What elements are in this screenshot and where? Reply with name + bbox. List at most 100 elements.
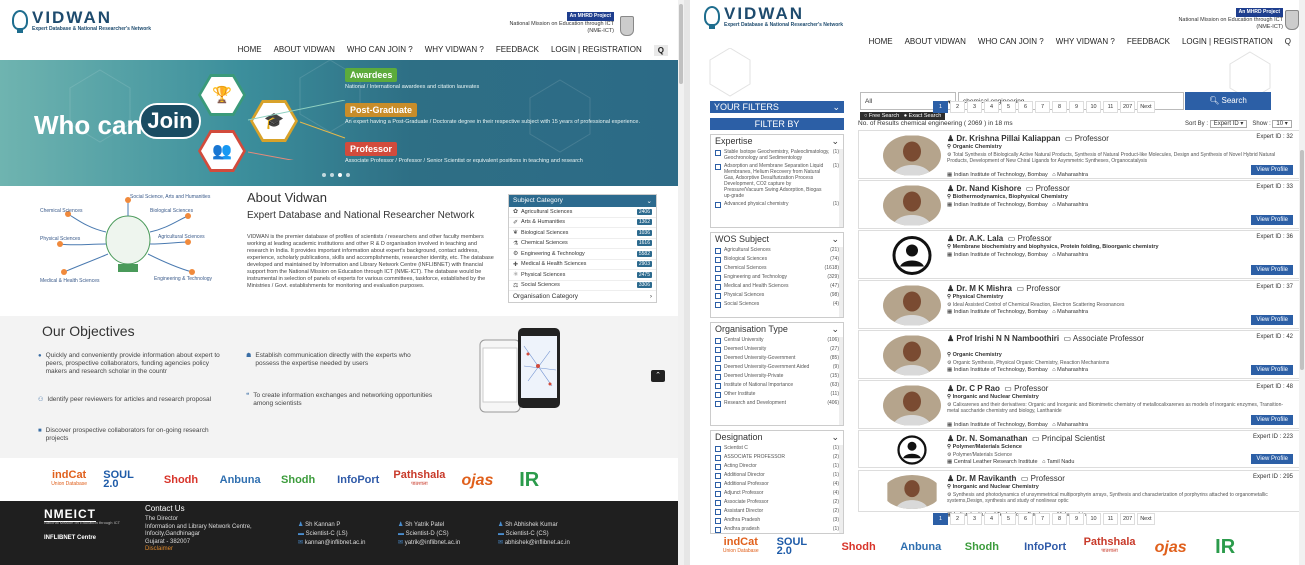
filter-option[interactable]: Assistant Director (2) <box>711 507 843 516</box>
vidwan-logo[interactable]: VIDWAN Expert Database & National Resear… <box>704 5 843 29</box>
nav-link-home[interactable]: HOME <box>869 37 893 46</box>
checkbox[interactable] <box>715 482 721 488</box>
person-email[interactable]: ✉ yatrik@inflibnet.ac.in <box>398 539 460 548</box>
filter-section-header[interactable]: WOS Subject ⌄ <box>711 233 843 246</box>
partner-logo-pathshala[interactable]: Pathshala पाठशाला <box>392 464 446 496</box>
pagination-page[interactable]: 5 <box>1001 513 1016 525</box>
filter-section-header[interactable]: Expertise ⌄ <box>711 135 843 148</box>
checkbox[interactable] <box>715 338 721 344</box>
filter-scrollbar[interactable] <box>839 337 843 425</box>
nav-link-who-can-join[interactable]: WHO CAN JOIN ? <box>978 37 1044 46</box>
checkbox[interactable] <box>715 455 721 461</box>
nav-link-who-can-join[interactable]: WHO CAN JOIN ? <box>347 45 413 56</box>
partner-logo-pathshala[interactable]: Pathshala पाठशाला <box>1081 531 1138 563</box>
pagination-page[interactable]: 7 <box>1035 101 1050 113</box>
your-filters-header[interactable]: YOUR FILTERS ⌄ <box>710 101 844 113</box>
partner-logo-indcat[interactable]: indCat Union Database <box>710 531 772 563</box>
subject-row[interactable]: ⚛ Physical Sciences 2475 <box>509 270 656 281</box>
partner-logo-shodh[interactable]: Shodh <box>154 464 208 496</box>
organisation-category-link[interactable]: Organisation Category › <box>509 291 656 302</box>
filter-option[interactable]: Agricultural Sciences (21) <box>711 246 843 255</box>
checkbox[interactable] <box>715 509 721 515</box>
filter-option[interactable]: Andhra Pradesh (3) <box>711 516 843 525</box>
profile-photo[interactable] <box>883 285 941 326</box>
person-email[interactable]: ✉ abhishek@inflibnet.ac.in <box>498 539 570 548</box>
partner-logo-ojas[interactable]: ojas <box>451 464 503 496</box>
partner-logo-infoport[interactable]: InfoPort <box>329 464 387 496</box>
partner-logo-anbuna[interactable]: Anbuna <box>213 464 267 496</box>
partner-logo-shodh[interactable]: Shodh <box>954 531 1009 563</box>
pagination-page[interactable]: 10 <box>1086 513 1101 525</box>
filter-option[interactable]: Social Sciences (4) <box>711 300 843 309</box>
filter-option[interactable]: Associate Professor (2) <box>711 498 843 507</box>
pagination-page[interactable]: 11 <box>1103 101 1118 113</box>
pagination-page[interactable]: 4 <box>984 101 999 113</box>
filter-option[interactable]: Institute of National Importance (63) <box>711 381 843 390</box>
partner-logo-ojas[interactable]: ojas <box>1143 531 1198 563</box>
subject-row[interactable]: ⚙ Engineering & Technology 5582 <box>509 249 656 260</box>
pagination-page[interactable]: 9 <box>1069 101 1084 113</box>
inflibnet-logo[interactable]: INFLIBNET Centre <box>44 535 96 541</box>
filter-option[interactable]: Medical and Health Sciences (47) <box>711 282 843 291</box>
filter-option[interactable]: Stable Isotope Geochemistry, Paleoclimat… <box>711 148 843 162</box>
filter-option[interactable]: Deemed University-Government Aided (9) <box>711 363 843 372</box>
partner-logo-infoport[interactable]: InfoPort <box>1014 531 1076 563</box>
result-name[interactable]: ♟ Prof Irishi N N Namboothiri ▭ Associat… <box>947 334 1197 343</box>
filter-option[interactable]: Central University (106) <box>711 336 843 345</box>
nav-link-about-vidwan[interactable]: ABOUT VIDWAN <box>274 45 335 56</box>
partner-logo-shodh[interactable]: Shodh <box>830 531 887 563</box>
person-email[interactable]: ✉ kannan@inflibnet.ac.in <box>298 539 366 548</box>
checkbox[interactable] <box>715 446 721 452</box>
view-profile-button[interactable]: View Profile <box>1251 265 1293 275</box>
right-scrollbar[interactable] <box>1299 0 1305 565</box>
profile-photo[interactable] <box>883 475 941 509</box>
filter-section-header[interactable]: Organisation Type ⌄ <box>711 323 843 336</box>
pagination-page[interactable]: 8 <box>1052 513 1067 525</box>
result-name[interactable]: ♟ Dr. N. Somanathan ▭ Principal Scientis… <box>947 434 1105 443</box>
result-name[interactable]: ♟ Dr. A.K. Lala ▭ Professor <box>947 234 1052 243</box>
subject-category-header[interactable]: Subject Category ⌄ <box>509 195 656 207</box>
filter-option[interactable]: Engineering and Technology (329) <box>711 273 843 282</box>
partner-logo-ir[interactable]: IR <box>1203 531 1247 563</box>
filter-option[interactable]: Research and Development (406) <box>711 399 843 408</box>
search-icon[interactable]: Q <box>653 45 668 56</box>
filter-option[interactable]: Scientist C (1) <box>711 444 843 453</box>
result-name[interactable]: ♟ Dr. M Ravikanth ▭ Professor <box>947 474 1065 483</box>
checkbox[interactable] <box>715 164 721 170</box>
profile-photo[interactable] <box>883 385 941 426</box>
checkbox[interactable] <box>715 293 721 299</box>
pagination-page[interactable]: 6 <box>1018 513 1033 525</box>
pagination-page[interactable]: 11 <box>1103 513 1118 525</box>
slider-dots[interactable] <box>322 173 350 177</box>
partner-logo-soul20[interactable]: SOUL 2.0 <box>777 531 825 563</box>
checkbox[interactable] <box>715 365 721 371</box>
subject-row[interactable]: ✐ Arts & Humanities 1362 <box>509 218 656 228</box>
checkbox[interactable] <box>715 392 721 398</box>
result-name[interactable]: ♟ Dr. C P Rao ▭ Professor <box>947 384 1048 393</box>
checkbox[interactable] <box>715 347 721 353</box>
checkbox[interactable] <box>715 284 721 290</box>
partner-logo-shodh[interactable]: Shodh <box>272 464 324 496</box>
checkbox[interactable] <box>715 383 721 389</box>
pagination-page[interactable]: 2 <box>950 513 965 525</box>
filter-option[interactable]: Adsorption and Membrane Separation Liqui… <box>711 162 843 200</box>
pagination-page[interactable]: 207 <box>1120 513 1136 525</box>
nav-link-why-vidwan[interactable]: WHY VIDWAN ? <box>1056 37 1115 46</box>
subject-row[interactable]: ❦ Biological Sciences 1036 <box>509 228 656 239</box>
view-profile-button[interactable]: View Profile <box>1251 315 1293 325</box>
search-button[interactable]: 🔍︎ Search <box>1185 92 1271 110</box>
subject-row[interactable]: ⚖ Social Sciences 3306 <box>509 281 656 291</box>
filter-option[interactable]: Additional Director (1) <box>711 471 843 480</box>
partner-logo-ir[interactable]: IR <box>508 464 550 496</box>
vidwan-logo[interactable]: VIDWAN Expert Database & National Resear… <box>12 9 151 33</box>
view-profile-button[interactable]: View Profile <box>1251 365 1293 375</box>
pagination-page[interactable]: 5 <box>1001 101 1016 113</box>
partner-logo-anbuna[interactable]: Anbuna <box>892 531 949 563</box>
checkbox[interactable] <box>715 150 721 156</box>
nav-link-home[interactable]: HOME <box>238 45 262 56</box>
nav-link-login-registration[interactable]: LOGIN | REGISTRATION <box>551 45 642 56</box>
subject-row[interactable]: ⚗ Chemical Sciences 1616 <box>509 239 656 249</box>
pagination-page[interactable]: 207 <box>1120 101 1136 113</box>
pagination-page[interactable]: 10 <box>1086 101 1101 113</box>
filter-option[interactable]: Additional Professor (4) <box>711 480 843 489</box>
